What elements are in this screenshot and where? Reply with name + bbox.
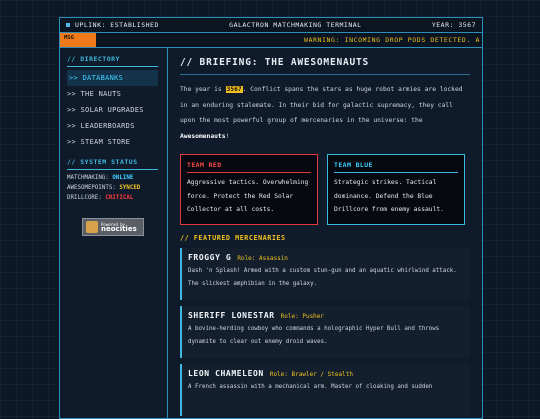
nav-item-leaderboards[interactable]: >> LEADERBOARDS: [67, 118, 167, 134]
year-indicator: YEAR: 3567: [431, 21, 476, 29]
merc-card-froggy-g[interactable]: FROGGY G Role: Assassin Dash 'n Splash! A…: [180, 248, 470, 300]
team-blue-body: Strategic strikes. Tactical dominance. D…: [334, 179, 444, 213]
team-red-title: TEAM RED: [187, 161, 311, 173]
merc-desc: A bovine-herding cowboy who commands a h…: [188, 326, 440, 345]
status-value-online: ONLINE: [112, 175, 134, 181]
featured-heading: // FEATURED MERCENARIES: [180, 234, 286, 242]
nav-item-databanks[interactable]: >> DATABANKS: [67, 70, 158, 86]
terminal-window: UPLINK: ESTABLISHED GALACTRON MATCHMAKIN…: [59, 17, 483, 419]
badge-brand-text: neocities: [101, 225, 137, 233]
terminal-title: GALACTRON MATCHMAKING TERMINAL: [229, 21, 362, 29]
nav-item-steam-store[interactable]: >> STEAM STORE: [67, 134, 167, 150]
main-content: // BRIEFING: THE AWESOMENAUTS The year i…: [168, 48, 482, 418]
team-red-body: Aggressive tactics. Overwhelming force. …: [187, 179, 309, 213]
team-blue-card: TEAM BLUE Strategic strikes. Tactical do…: [327, 154, 465, 225]
status-matchmaking: MATCHMAKING: ONLINE: [67, 175, 134, 181]
team-blue-title: TEAM BLUE: [334, 161, 458, 173]
briefing-heading: // BRIEFING: THE AWESOMENAUTS: [180, 57, 470, 75]
briefing-intro: The year is 3567. Conflict spans the sta…: [180, 86, 463, 140]
nav-item-the-nauts[interactable]: >> THE NAUTS: [67, 86, 167, 102]
merc-card-sheriff-lonestar[interactable]: SHERIFF LONESTAR Role: Pusher A bovine-he…: [180, 306, 470, 358]
sidebar: // DIRECTORY >> DATABANKS >> THE NAUTS >…: [60, 48, 168, 418]
ticker-tag: MSG: [60, 33, 96, 47]
merc-name: LEON CHAMELEON: [188, 369, 264, 378]
team-red-card: TEAM RED Aggressive tactics. Overwhelmin…: [180, 154, 318, 225]
message-ticker: MSG WARNING: INCOMING DROP PODS DETECTED…: [60, 33, 482, 48]
merc-role: Role: Assassin: [237, 255, 288, 262]
merc-role: Role: Pusher: [280, 313, 325, 320]
status-value-critical: CRITICAL: [105, 195, 134, 201]
merc-card-leon-chameleon[interactable]: LEON CHAMELEON Role: Brawler / Stealth A …: [180, 364, 470, 416]
nav-item-solar-upgrades[interactable]: >> SOLAR UPGRADES: [67, 102, 167, 118]
merc-role: Role: Brawler / Stealth: [269, 371, 353, 378]
awesomenauts-highlight: Awesomenauts: [180, 132, 226, 140]
top-bar: UPLINK: ESTABLISHED GALACTRON MATCHMAKIN…: [60, 18, 482, 33]
merc-desc: A French assassin with a mechanical arm.…: [188, 384, 433, 390]
status-drillcore: DRILLCORE: CRITICAL: [67, 195, 134, 201]
uplink-status: UPLINK: ESTABLISHED: [75, 21, 159, 29]
neocities-badge[interactable]: Powered by neocities: [82, 218, 144, 236]
merc-name: SHERIFF LONESTAR: [188, 311, 275, 320]
neocities-cat-icon: [86, 221, 98, 233]
teams-row: TEAM RED Aggressive tactics. Overwhelmin…: [180, 154, 470, 225]
directory-heading: // DIRECTORY: [67, 55, 158, 67]
system-status-heading: // SYSTEM STATUS: [67, 158, 158, 170]
merc-desc: Dash 'n Splash! Armed with a custom stun…: [188, 268, 457, 287]
status-dot-icon: [66, 23, 70, 27]
year-highlight: 3567: [225, 86, 243, 93]
merc-name: FROGGY G: [188, 253, 232, 262]
status-awesomepoints: AWESOMEPOINTS: SYNCED: [67, 185, 141, 191]
ticker-message: WARNING: INCOMING DROP PODS DETECTED. A: [303, 36, 480, 44]
status-value-synced: SYNCED: [119, 185, 141, 191]
